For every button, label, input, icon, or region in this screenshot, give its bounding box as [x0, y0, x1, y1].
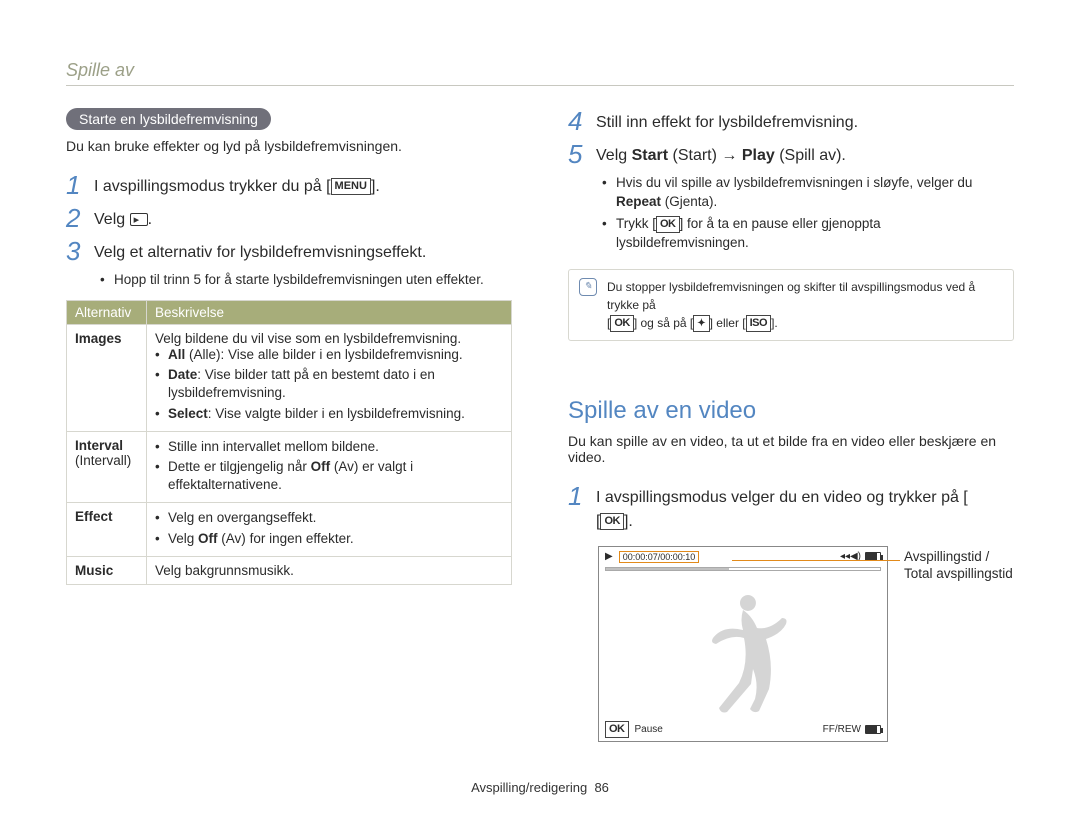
note-box: ✎ Du stopper lysbildefremvisningen og sk…: [568, 269, 1014, 341]
video-intro: Du kan spille av en video, ta ut et bild…: [568, 433, 1014, 465]
opt-effect: Effect: [75, 509, 113, 524]
note-icon: ✎: [579, 278, 597, 296]
flash-key-icon: [693, 315, 709, 332]
video-figure: ▶ 00:00:07/00:00:10 ◂◂◀) OK Pause: [598, 546, 888, 742]
step1-pre: I avspillingsmodus trykker du på [: [94, 178, 331, 195]
opt-music: Music: [75, 563, 113, 578]
table-row: Music Velg bakgrunnsmusikk.: [67, 556, 512, 584]
table-header-option: Alternativ: [67, 300, 147, 324]
table-header-description: Beskrivelse: [147, 300, 512, 324]
step-number: 3: [66, 238, 94, 264]
step-4: 4 Still inn effekt for lysbildefremvisni…: [568, 108, 1014, 135]
options-table: Alternativ Beskrivelse Images Velg bilde…: [66, 300, 512, 585]
left-column: Starte en lysbildefremvisning Du kan bru…: [66, 108, 512, 742]
step-number: 1: [66, 172, 94, 198]
table-row: Interval(Intervall) Stille inn intervall…: [67, 431, 512, 503]
step-number: 5: [568, 141, 596, 167]
opt-date: Date: [168, 367, 197, 382]
opt-select: Select: [168, 406, 208, 421]
step-number: 2: [66, 205, 94, 231]
step2-text: Velg: [94, 211, 130, 228]
menu-key-icon: MENU: [331, 178, 371, 195]
leader-line: [732, 560, 900, 561]
slideshow-intro: Du kan bruke effekter og lyd på lysbilde…: [66, 138, 512, 154]
step5-bullet: Trykk [OK] for å ta en pause eller gjeno…: [602, 215, 1014, 253]
step-1: 1 I avspillingsmodus trykker du på [MENU…: [66, 172, 512, 199]
right-column: 4 Still inn effekt for lysbildefremvisni…: [568, 108, 1014, 742]
opt-images: Images: [75, 331, 122, 346]
video-section-heading: Spille av en video: [568, 397, 1014, 425]
opt-interval: Interval: [75, 438, 123, 453]
pause-label: Pause: [635, 724, 663, 735]
progress-bar: [605, 567, 881, 571]
opt-all: All: [168, 347, 185, 362]
video-thumbnail: [599, 583, 887, 717]
slideshow-icon: [130, 213, 148, 226]
page-footer: Avspilling/redigering 86: [0, 780, 1080, 795]
images-desc: Velg bildene du vil vise som en lysbilde…: [155, 331, 461, 346]
leader-label: Avspillingstid /Total avspillingstid: [904, 548, 1064, 583]
step-number: 4: [568, 108, 596, 134]
ok-key-icon: OK: [610, 315, 634, 332]
header-rule: [66, 85, 1014, 86]
video-screen: ▶ 00:00:07/00:00:10 ◂◂◀) OK Pause: [598, 546, 888, 742]
ok-key-icon: OK: [600, 513, 624, 530]
step3-text: Velg et alternativ for lysbildefremvisni…: [94, 238, 426, 265]
step5-bullet: Hvis du vil spille av lysbildefremvisnin…: [602, 174, 1014, 212]
step-5: 5 Velg Start (Start) → Play (Spill av).: [568, 141, 1014, 168]
play-icon: ▶: [605, 551, 613, 562]
table-row: Images Velg bildene du vil vise som en l…: [67, 324, 512, 431]
video-step-1: 1 I avspillingsmodus velger du en video …: [568, 483, 1014, 534]
slideshow-heading-pill: Starte en lysbildefremvisning: [66, 108, 271, 130]
section-header: Spille av: [66, 60, 1014, 81]
iso-key-icon: ISO: [746, 315, 771, 332]
step3-bullet: Hopp til trinn 5 for å starte lysbildefr…: [100, 271, 512, 290]
battery-icon: [865, 725, 881, 734]
step-number: 1: [568, 483, 596, 509]
ok-key-icon: OK: [605, 721, 629, 738]
table-row: Effect Velg en overgangseffekt. Velg Off…: [67, 503, 512, 556]
video-time: 00:00:07/00:00:10: [619, 551, 700, 563]
ok-key-icon: OK: [656, 216, 680, 233]
step1-post: ].: [371, 178, 380, 195]
step-2: 2 Velg .: [66, 205, 512, 232]
ffrew-label: FF/REW: [823, 724, 861, 735]
step-3: 3 Velg et alternativ for lysbildefremvis…: [66, 238, 512, 265]
